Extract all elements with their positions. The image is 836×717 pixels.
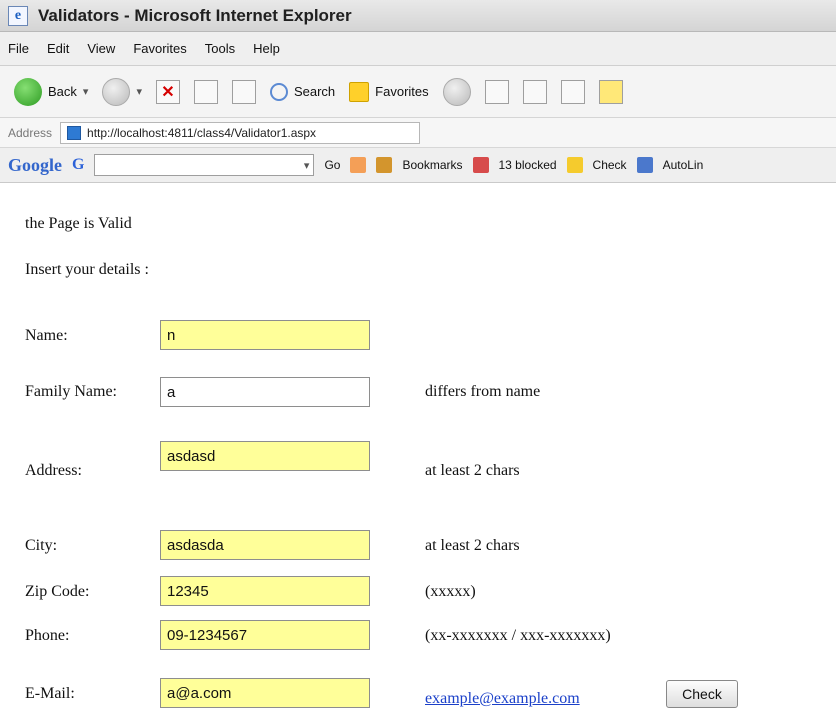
google-logo: Google xyxy=(8,154,62,175)
zip-code-input[interactable]: 12345 xyxy=(160,576,370,606)
menu-favorites[interactable]: Favorites xyxy=(133,41,186,56)
forward-button[interactable]: ▾ xyxy=(102,77,142,106)
forward-arrow-icon xyxy=(102,77,131,106)
menu-help[interactable]: Help xyxy=(253,41,280,56)
address-bar: Address http://localhost:4811/class4/Val… xyxy=(0,118,836,148)
email-example-link[interactable]: example@example.com xyxy=(425,690,580,708)
autolink-icon[interactable] xyxy=(636,157,653,173)
google-g-icon[interactable]: G xyxy=(72,156,84,174)
window-title-bar: e Validators - Microsoft Internet Explor… xyxy=(0,0,836,32)
go-button[interactable]: Go xyxy=(324,158,340,172)
favorites-button[interactable]: Favorites xyxy=(349,81,429,102)
history-icon[interactable] xyxy=(442,77,471,106)
print-icon[interactable] xyxy=(522,79,547,104)
home-icon[interactable] xyxy=(231,79,256,104)
pagerank-icon[interactable] xyxy=(376,157,393,173)
address-input-field[interactable]: asdasd xyxy=(160,441,370,471)
menu-edit[interactable]: Edit xyxy=(47,41,69,56)
email-input[interactable]: a@a.com xyxy=(160,678,370,708)
check-button[interactable]: Check xyxy=(593,158,627,172)
popup-blocker-icon xyxy=(472,157,489,173)
page-status: the Page is Valid xyxy=(25,215,132,232)
mail-icon[interactable] xyxy=(484,79,509,104)
address-validation-message: at least 2 chars xyxy=(425,462,520,479)
back-arrow-icon xyxy=(14,77,42,106)
name-label: Name: xyxy=(25,327,68,344)
star-icon xyxy=(349,81,370,102)
window-title: Validators - Microsoft Internet Explorer xyxy=(38,5,352,25)
zip-code-label: Zip Code: xyxy=(25,583,90,600)
city-input[interactable]: asdasda xyxy=(160,530,370,560)
page-content: the Page is Valid Insert your details : … xyxy=(0,184,836,717)
back-label: Back xyxy=(48,84,77,99)
address-field-label: Address: xyxy=(25,462,82,479)
menu-bar: File Edit View Favorites Tools Help xyxy=(0,32,836,66)
phone-format-message: (xx-xxxxxxx / xxx-xxxxxxx) xyxy=(425,627,611,644)
address-url: http://localhost:4811/class4/Validator1.… xyxy=(87,125,317,140)
stop-icon[interactable]: ✕ xyxy=(155,79,180,104)
internet-explorer-icon: e xyxy=(8,5,28,26)
autolink-button[interactable]: AutoLin xyxy=(663,158,704,172)
search-icon xyxy=(269,82,288,101)
email-label: E-Mail: xyxy=(25,685,75,702)
zip-code-format-message: (xxxxx) xyxy=(425,583,476,600)
dropdown-arrow-icon: ▾ xyxy=(136,86,142,98)
refresh-icon[interactable] xyxy=(193,79,218,104)
dropdown-arrow-icon: ▾ xyxy=(82,86,89,98)
phone-input[interactable]: 09-1234567 xyxy=(160,620,370,650)
family-name-label: Family Name: xyxy=(25,383,117,400)
google-toolbar: Google G ▾ Go Bookmarks 13 blocked Check… xyxy=(0,148,836,183)
favorites-label: Favorites xyxy=(375,84,429,99)
search-label: Search xyxy=(293,84,336,99)
bookmarks-button[interactable]: Bookmarks xyxy=(402,158,462,172)
blocked-count[interactable]: 13 blocked xyxy=(499,158,557,172)
dropdown-arrow-icon[interactable]: ▾ xyxy=(304,159,310,172)
page-icon xyxy=(67,125,82,140)
city-validation-message: at least 2 chars xyxy=(425,537,520,554)
address-label: Address xyxy=(8,125,53,140)
form-intro: Insert your details : xyxy=(25,261,149,278)
back-button[interactable]: Back ▾ xyxy=(14,77,89,106)
spellcheck-icon[interactable] xyxy=(566,157,583,173)
phone-label: Phone: xyxy=(25,627,70,644)
menu-tools[interactable]: Tools xyxy=(205,41,235,56)
google-search-input[interactable]: ▾ xyxy=(94,154,315,176)
browser-toolbar: Back ▾ ▾ ✕ Search Favorites xyxy=(0,66,836,118)
family-name-validation-message: differs from name xyxy=(425,383,541,400)
menu-view[interactable]: View xyxy=(87,41,115,56)
edit-icon[interactable] xyxy=(560,79,585,104)
news-icon[interactable] xyxy=(350,157,367,173)
check-submit-button[interactable]: Check xyxy=(666,680,738,708)
name-input[interactable]: n xyxy=(160,320,370,350)
menu-file[interactable]: File xyxy=(8,41,29,56)
city-label: City: xyxy=(25,537,58,554)
search-button[interactable]: Search xyxy=(269,82,336,101)
family-name-input[interactable]: a xyxy=(160,377,370,407)
address-input[interactable]: http://localhost:4811/class4/Validator1.… xyxy=(60,121,421,144)
note-icon[interactable] xyxy=(598,79,623,104)
